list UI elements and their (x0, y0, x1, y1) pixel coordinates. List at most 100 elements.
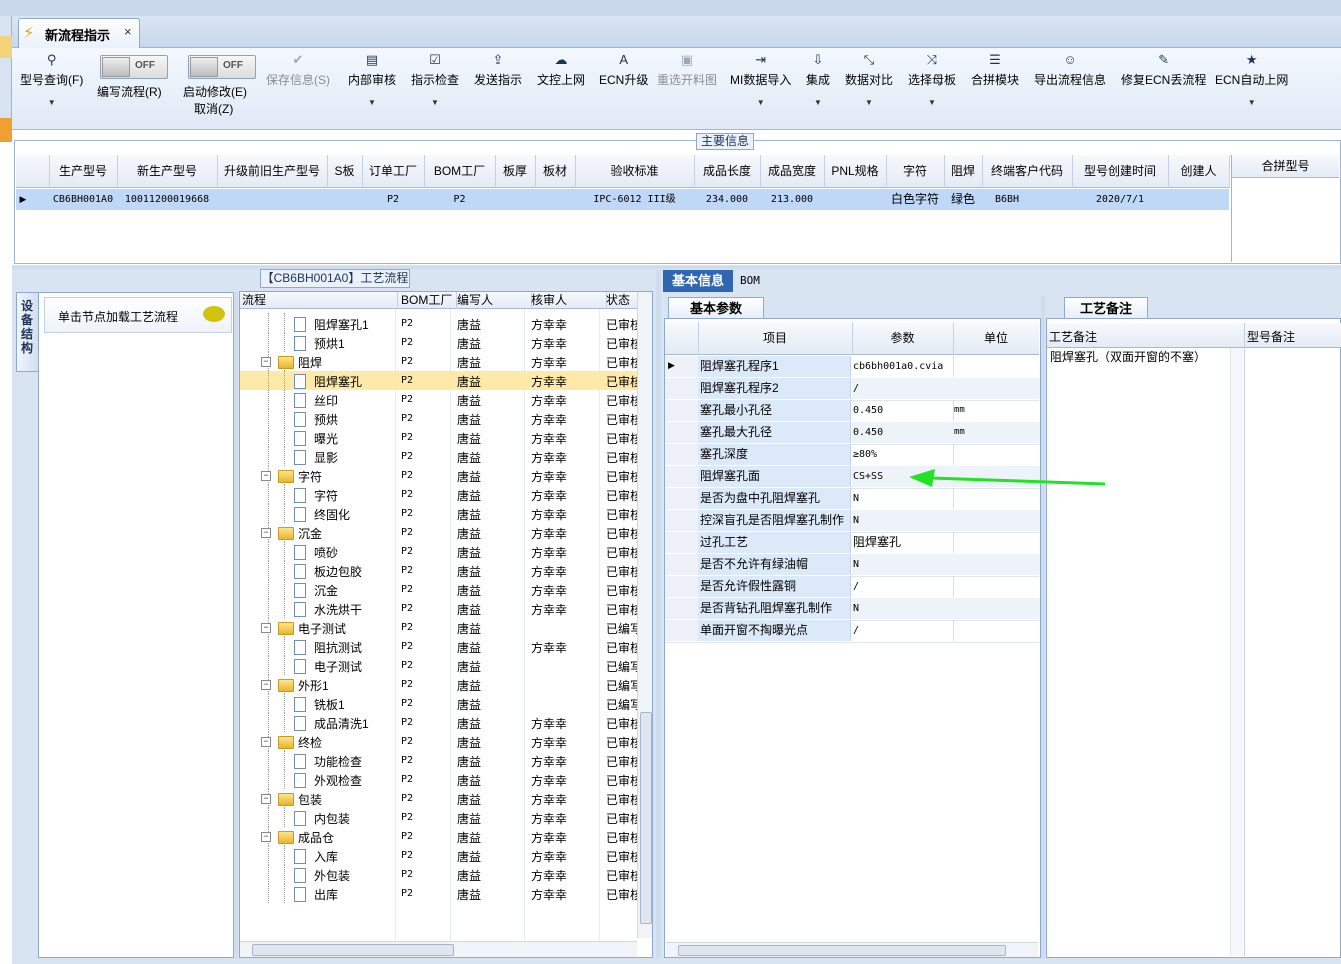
data-compare-button[interactable]: ⤡ 数据对比 ▼ (845, 52, 893, 107)
tree-node[interactable]: 铣板1 P2 唐益 已编写 (240, 693, 637, 713)
tab-basic-params[interactable]: 基本参数 (668, 297, 764, 319)
cancel-button[interactable]: 取消(Z) (194, 100, 233, 117)
row-indicator[interactable]: ▶ (665, 356, 699, 377)
row-indicator[interactable] (665, 598, 699, 619)
table-row[interactable]: ▶ CB6BH001A0 10011200019668 P2 P2 IPC-60… (16, 189, 1229, 210)
row-indicator[interactable] (665, 554, 699, 575)
tree-node-folder[interactable]: − 终检 P2 唐益 方幸幸 已审核 (240, 731, 637, 751)
column-header[interactable]: 板厚 (495, 155, 536, 188)
ecn-auto-upload-button[interactable]: ★ ECN自动上网 ▼ (1215, 52, 1288, 107)
column-header[interactable]: 新生产型号 (117, 155, 218, 188)
tree-node[interactable]: 成品清洗1 P2 唐益 方幸幸 已审核 (240, 712, 637, 732)
param-unit[interactable] (953, 620, 1040, 641)
tab-basic-info[interactable]: 基本信息 (663, 270, 733, 292)
tab-new-flow-instruction[interactable]: ⚡ 新流程指示 × (18, 18, 140, 48)
vertical-splitter[interactable] (1041, 296, 1045, 958)
param-unit[interactable]: mm (953, 400, 1040, 421)
tree-node[interactable]: 喷砂 P2 唐益 方幸幸 已审核 (240, 541, 637, 561)
vertical-splitter[interactable] (235, 292, 238, 958)
close-icon[interactable]: × (124, 24, 132, 39)
row-indicator[interactable] (665, 400, 699, 421)
cell-length[interactable]: 234.000 (694, 189, 760, 210)
column-header[interactable]: 生产型号 (49, 155, 118, 188)
cell-model[interactable]: CB6BH001A0 (49, 189, 117, 210)
fix-ecn-lost-flow-button[interactable]: ✎ 修复ECN丢流程 (1121, 52, 1206, 88)
column-header[interactable]: 成品长度 (694, 155, 761, 188)
param-value[interactable]: 阻焊塞孔 (852, 532, 954, 553)
tree-node[interactable]: 阻焊塞孔 P2 唐益 方幸幸 已审核 (240, 370, 637, 390)
table-row[interactable]: 控深盲孔是否阻焊塞孔制作 N (665, 510, 1040, 533)
table-row[interactable]: 塞孔深度 ≥80% (665, 444, 1039, 467)
table-row[interactable]: 塞孔最小孔径 0.450 mm (665, 400, 1039, 423)
cell-pnl[interactable] (824, 189, 886, 210)
ecn-upgrade-button[interactable]: A ECN升级 (599, 52, 648, 88)
column-header[interactable]: BOM工厂 (395, 292, 457, 309)
integrate-button[interactable]: ⇩ 集成 ▼ (806, 52, 830, 107)
row-indicator[interactable] (665, 532, 699, 553)
column-header[interactable]: 订单工厂 (362, 155, 425, 188)
cell-character[interactable]: 白色字符 (886, 189, 944, 210)
tree-node[interactable]: 功能检查 P2 唐益 方幸幸 已审核 (240, 750, 637, 770)
row-indicator[interactable] (665, 576, 699, 597)
param-value[interactable]: / (852, 378, 954, 399)
collapse-icon[interactable]: − (261, 528, 271, 538)
tree-node[interactable]: 预烘1 P2 唐益 方幸幸 已审核 (240, 332, 637, 352)
param-unit[interactable] (953, 356, 1040, 377)
vertical-splitter[interactable] (656, 270, 661, 958)
start-edit-toggle[interactable]: OFF (188, 55, 256, 79)
model-query-button[interactable]: ⚲ 型号查询(F) ▼ (20, 52, 83, 107)
column-header[interactable]: PNL规格 (824, 155, 887, 188)
mi-data-import-button[interactable]: ⇥ MI数据导入 ▼ (730, 52, 791, 107)
reselect-material-button[interactable]: ▣ 重选开料图 (657, 52, 717, 88)
tree-node-folder[interactable]: − 电子测试 P2 唐益 已编写 (240, 617, 637, 637)
tree-node[interactable]: 字符 P2 唐益 方幸幸 已审核 (240, 484, 637, 504)
tab-process-notes[interactable]: 工艺备注 (1064, 297, 1148, 319)
param-value[interactable]: ≥80% (852, 444, 954, 465)
column-header[interactable]: 阻焊 (944, 155, 983, 188)
send-instruction-button[interactable]: ⇪ 发送指示 (474, 52, 522, 88)
combine-module-button[interactable]: ☰ 合拼模块 (971, 52, 1019, 88)
param-unit[interactable] (953, 510, 1040, 531)
column-header[interactable]: 型号备注 (1247, 328, 1295, 345)
collapse-icon[interactable]: − (261, 680, 271, 690)
merge-model-header[interactable]: 合拼型号 (1232, 155, 1339, 178)
cell-bom-factory[interactable]: P2 (424, 189, 495, 210)
row-indicator[interactable] (665, 378, 699, 399)
export-flow-info-button[interactable]: ☺ 导出流程信息 (1034, 52, 1106, 88)
tree-node-folder[interactable]: − 阻焊 P2 唐益 方幸幸 已审核 (240, 351, 637, 371)
row-indicator[interactable] (665, 422, 699, 443)
collapse-icon[interactable]: − (261, 794, 271, 804)
tree-node[interactable]: 预烘 P2 唐益 方幸幸 已审核 (240, 408, 637, 428)
collapse-icon[interactable]: − (261, 737, 271, 747)
row-indicator[interactable] (665, 488, 699, 509)
tree-node[interactable]: 板边包胶 P2 唐益 方幸幸 已审核 (240, 560, 637, 580)
param-value[interactable]: N (852, 510, 954, 531)
cell-create-time[interactable]: 2020/7/1 (1072, 189, 1168, 210)
param-value[interactable]: 0.450 (852, 422, 954, 443)
column-header[interactable]: 编写人 (450, 292, 532, 309)
table-row[interactable]: 塞孔最大孔径 0.450 mm (665, 422, 1040, 445)
tree-node[interactable]: 内包装 P2 唐益 方幸幸 已审核 (240, 807, 637, 827)
param-unit[interactable] (953, 598, 1040, 619)
tree-node[interactable]: 阻抗测试 P2 唐益 方幸幸 已审核 (240, 636, 637, 656)
table-row[interactable]: 过孔工艺 阻焊塞孔 (665, 532, 1039, 555)
tab-bom[interactable]: BOM (733, 270, 773, 292)
column-header[interactable]: 流程 (240, 292, 398, 309)
param-value[interactable]: cb6bh001a0.cvia (852, 356, 954, 377)
param-value[interactable]: N (852, 554, 954, 575)
table-row[interactable]: 是否背钻孔阻焊塞孔制作 N (665, 598, 1040, 621)
column-header[interactable]: 型号创建时间 (1072, 155, 1169, 188)
tree-node[interactable]: 丝印 P2 唐益 方幸幸 已审核 (240, 389, 637, 409)
load-flow-hint[interactable]: 单击节点加载工艺流程 (44, 297, 232, 333)
doc-control-upload-button[interactable]: ☁ 文控上网 (537, 52, 585, 88)
process-notes-textarea[interactable]: 阻焊塞孔（双面开窗的不塞） (1050, 348, 1230, 365)
param-unit[interactable] (953, 444, 1040, 465)
cell-creator[interactable] (1168, 189, 1229, 210)
param-unit[interactable]: mm (953, 422, 1040, 443)
column-header[interactable]: 参数 (852, 322, 954, 355)
cell-s-board[interactable] (327, 189, 362, 210)
tree-node[interactable]: 出库 P2 唐益 方幸幸 已审核 (240, 883, 637, 903)
notes-vertical-scrollbar[interactable] (1230, 348, 1243, 956)
param-value[interactable]: N (852, 598, 954, 619)
param-value[interactable]: / (852, 576, 954, 597)
